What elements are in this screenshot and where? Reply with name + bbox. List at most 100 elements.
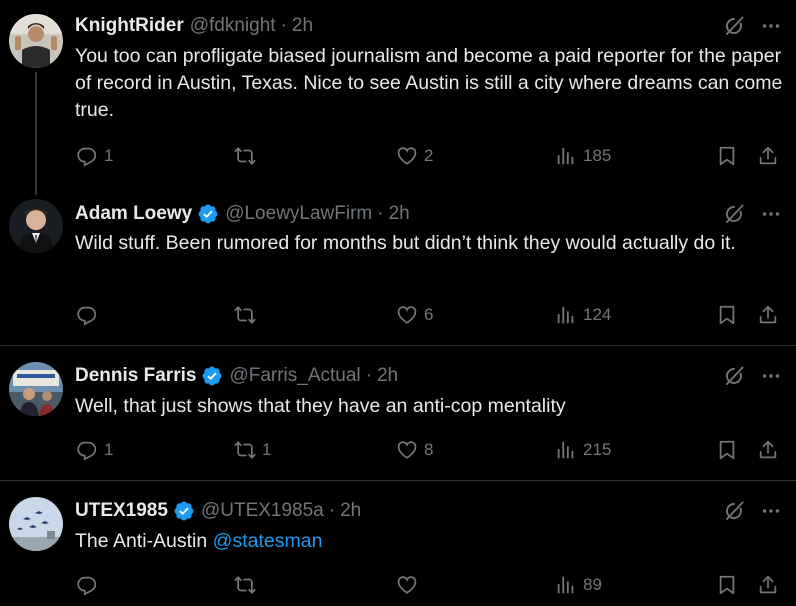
grok-icon[interactable] [722, 14, 746, 38]
avatar[interactable] [9, 362, 63, 416]
timestamp[interactable]: 2h [292, 15, 313, 37]
bookmark-button[interactable] [716, 143, 738, 169]
action-bar: 1 2 185 [0, 143, 796, 169]
like-button[interactable]: 8 [396, 437, 433, 463]
more-icon[interactable] [760, 15, 782, 37]
thread-line [35, 72, 37, 195]
tweet-card[interactable]: Adam Loewy @LoewyLawFirm · 2h Wild stuff… [0, 195, 796, 345]
more-icon[interactable] [760, 203, 782, 225]
action-bar: 1 1 8 215 [0, 437, 796, 463]
tweet-card[interactable]: Dennis Farris @Farris_Actual · 2h Well, … [0, 346, 796, 480]
share-button[interactable] [757, 143, 779, 169]
verified-badge-icon[interactable] [201, 365, 223, 387]
reply-icon [76, 439, 98, 461]
timestamp[interactable]: 2h [340, 500, 361, 522]
views-button[interactable]: 124 [555, 302, 611, 328]
tweet-text: Wild stuff. Been rumored for months but … [75, 232, 736, 254]
tweet-top-actions [722, 202, 782, 226]
more-icon[interactable] [760, 500, 782, 522]
repost-icon [234, 439, 256, 461]
like-count: 8 [424, 440, 434, 459]
share-icon [757, 439, 779, 461]
avatar[interactable] [9, 497, 63, 551]
like-button[interactable] [396, 572, 424, 598]
reply-icon [76, 145, 98, 167]
bookmark-icon [716, 439, 738, 461]
display-name[interactable]: Dennis Farris [75, 365, 196, 387]
repost-button[interactable] [234, 143, 262, 169]
tweet-text: You too can profligate biased journalism… [75, 45, 783, 121]
like-icon [396, 439, 418, 461]
repost-button[interactable] [234, 302, 262, 328]
tweet-text-prefix: The Anti-Austin [75, 530, 213, 552]
like-button[interactable]: 6 [396, 302, 433, 328]
separator-dot: · [365, 365, 372, 386]
share-button[interactable] [757, 437, 779, 463]
timestamp[interactable]: 2h [389, 203, 410, 225]
tweet-card[interactable]: KnightRider @fdknight · 2h You too can p… [0, 0, 796, 195]
bookmark-icon [716, 304, 738, 326]
like-icon [396, 145, 418, 167]
bookmark-icon [716, 145, 738, 167]
mention-link[interactable]: @statesman [213, 530, 323, 552]
separator-dot: · [328, 500, 336, 521]
action-bar: 6 124 [0, 302, 796, 328]
verified-badge-icon[interactable] [173, 500, 195, 522]
share-button[interactable] [757, 572, 779, 598]
separator-dot: · [377, 203, 384, 224]
reply-button[interactable]: 1 [76, 143, 113, 169]
views-icon [555, 145, 577, 167]
tweet-header: UTEX1985 @UTEX1985a · 2h [75, 499, 361, 523]
user-handle[interactable]: @LoewyLawFirm [225, 203, 372, 225]
tweet-text: Well, that just shows that they have an … [75, 395, 566, 417]
separator-dot: · [280, 15, 287, 36]
avatar[interactable] [9, 14, 63, 68]
views-count: 124 [583, 305, 612, 324]
repost-button[interactable]: 1 [234, 437, 271, 463]
display-name[interactable]: Adam Loewy [75, 203, 192, 225]
like-icon [396, 304, 418, 326]
like-count: 6 [424, 305, 434, 324]
repost-count: 1 [262, 440, 272, 459]
reply-button[interactable]: 1 [76, 437, 113, 463]
more-icon[interactable] [760, 365, 782, 387]
like-button[interactable]: 2 [396, 143, 433, 169]
user-handle[interactable]: @Farris_Actual [229, 365, 360, 387]
timestamp[interactable]: 2h [377, 365, 398, 387]
reply-count: 1 [104, 146, 114, 165]
views-icon [555, 304, 577, 326]
reply-button[interactable] [76, 572, 104, 598]
views-icon [555, 439, 577, 461]
user-handle[interactable]: @UTEX1985a [201, 500, 324, 522]
like-icon [396, 574, 418, 596]
views-count: 89 [583, 575, 602, 594]
views-button[interactable]: 185 [555, 143, 611, 169]
avatar[interactable] [9, 199, 63, 253]
bookmark-button[interactable] [716, 302, 738, 328]
reply-count: 1 [104, 440, 114, 459]
grok-icon[interactable] [722, 364, 746, 388]
views-icon [555, 574, 577, 596]
views-count: 185 [583, 146, 612, 165]
share-button[interactable] [757, 302, 779, 328]
like-count: 2 [424, 146, 434, 165]
tweet-header: KnightRider @fdknight · 2h [75, 14, 313, 38]
reply-button[interactable] [76, 302, 104, 328]
user-handle[interactable]: @fdknight [190, 15, 276, 37]
display-name[interactable]: KnightRider [75, 15, 184, 37]
display-name[interactable]: UTEX1985 [75, 500, 168, 522]
tweet-card[interactable]: UTEX1985 @UTEX1985a · 2h The Anti-Austin… [0, 481, 796, 606]
bookmark-button[interactable] [716, 437, 738, 463]
reply-icon [76, 304, 98, 326]
views-button[interactable]: 215 [555, 437, 611, 463]
views-button[interactable]: 89 [555, 572, 602, 598]
action-bar: 89 [0, 572, 796, 598]
verified-badge-icon[interactable] [197, 203, 219, 225]
bookmark-button[interactable] [716, 572, 738, 598]
repost-button[interactable] [234, 572, 262, 598]
grok-icon[interactable] [722, 202, 746, 226]
reply-icon [76, 574, 98, 596]
share-icon [757, 574, 779, 596]
grok-icon[interactable] [722, 499, 746, 523]
share-icon [757, 145, 779, 167]
